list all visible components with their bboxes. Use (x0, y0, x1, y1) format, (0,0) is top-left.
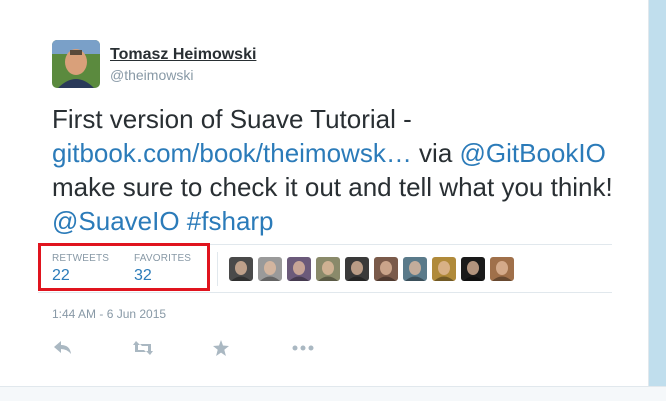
author-name[interactable]: Tomasz Heimowski (110, 46, 256, 64)
hashtag-fsharp[interactable]: #fsharp (187, 206, 274, 236)
tweet-text-part: make sure to check it out and tell what … (52, 172, 613, 202)
retweets-label: RETWEETS (52, 253, 110, 264)
mention-suave[interactable]: @SuaveIO (52, 206, 180, 236)
favoriter-avatar[interactable] (490, 257, 514, 281)
author-avatar[interactable] (52, 40, 100, 88)
retweet-icon (133, 341, 153, 355)
stats-separator (217, 252, 218, 286)
retweet-button[interactable] (132, 338, 154, 358)
tweet-text: First version of Suave Tutorial - gitboo… (52, 102, 632, 238)
favoriter-avatar[interactable] (287, 257, 311, 281)
favorite-icon (213, 340, 229, 356)
favorites-stat[interactable]: FAVORITES 32 (134, 253, 191, 285)
author-handle[interactable]: @theimowski (110, 67, 193, 83)
favoriter-avatar[interactable] (316, 257, 340, 281)
reply-icon (54, 341, 71, 354)
favoriter-avatar[interactable] (229, 257, 253, 281)
avatar-image (52, 40, 100, 88)
favorites-count: 32 (134, 267, 152, 284)
card-footer (0, 386, 666, 401)
divider (38, 292, 612, 293)
retweets-stat[interactable]: RETWEETS 22 (52, 253, 109, 285)
tweet-text-part: First version of Suave Tutorial - (52, 104, 412, 134)
favoriter-avatar[interactable] (461, 257, 485, 281)
retweets-count: 22 (52, 267, 70, 284)
tweet-card: Tomasz Heimowski @theimowski First versi… (0, 0, 649, 387)
favoriter-avatar[interactable] (374, 257, 398, 281)
more-icon (292, 345, 314, 351)
favorite-button[interactable] (210, 338, 232, 358)
favoriter-avatar[interactable] (345, 257, 369, 281)
tweet-text-part (180, 206, 187, 236)
favoriter-avatar[interactable] (403, 257, 427, 281)
tweet-timestamp[interactable]: 1:44 AM - 6 Jun 2015 (52, 307, 166, 321)
favoriter-avatars (229, 257, 514, 281)
reply-button[interactable] (52, 338, 74, 358)
more-button[interactable] (292, 338, 314, 358)
tweet-text-part: via (411, 138, 460, 168)
favoriter-avatar[interactable] (432, 257, 456, 281)
favoriter-avatar[interactable] (258, 257, 282, 281)
favorites-label: FAVORITES (134, 253, 192, 264)
tweet-link[interactable]: gitbook.com/book/theimowsk… (52, 138, 412, 168)
mention-gitbook[interactable]: @GitBookIO (460, 138, 606, 168)
